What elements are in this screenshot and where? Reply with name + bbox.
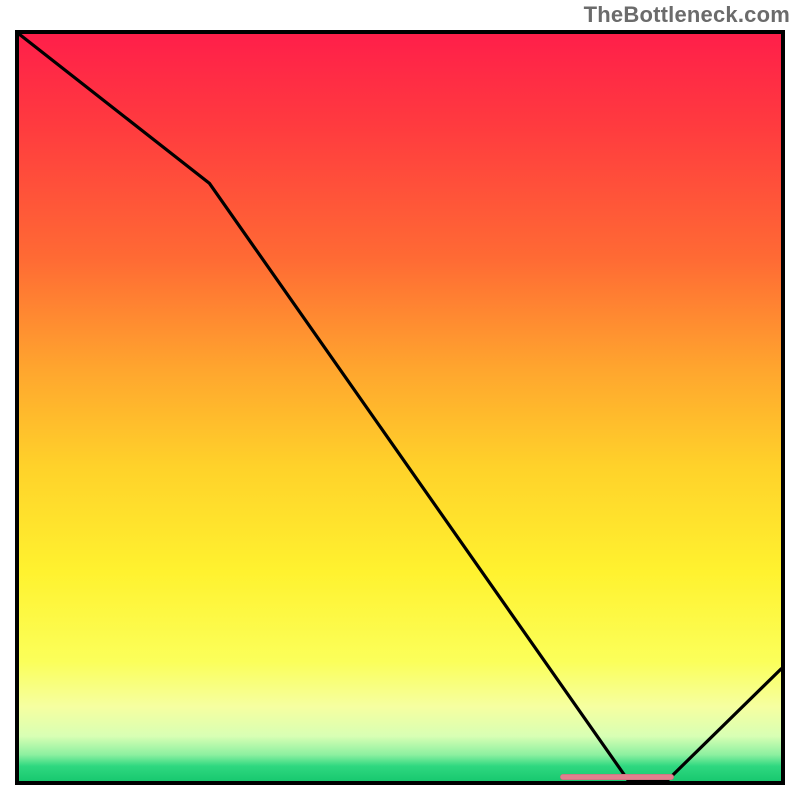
line-curve-svg — [19, 34, 781, 781]
line-curve-path — [19, 34, 781, 781]
bottleneck-marker — [560, 774, 674, 780]
plot-area — [15, 30, 785, 785]
chart-frame: TheBottleneck.com — [0, 0, 800, 800]
watermark-text: TheBottleneck.com — [584, 2, 790, 28]
